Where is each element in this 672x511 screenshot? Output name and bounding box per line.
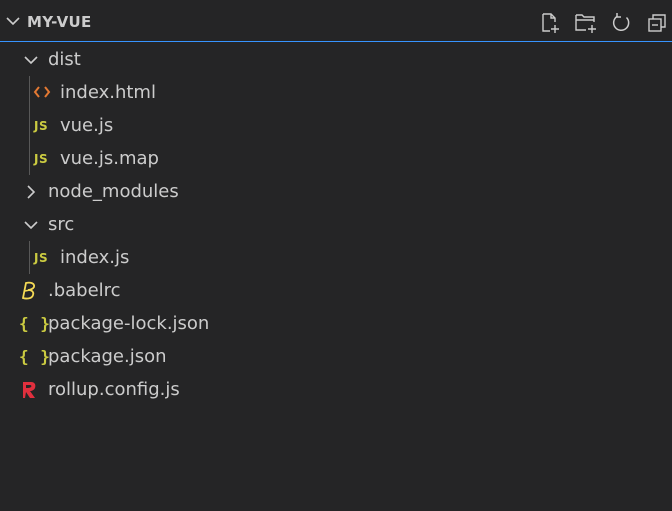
tree-item-src[interactable]: src [0,208,672,241]
html-icon [33,84,51,100]
chevron-down-icon[interactable] [4,12,22,30]
tree-item-package-lock-json[interactable]: { } package-lock.json [0,307,672,340]
javascript-icon: JS [34,152,49,166]
tree-item-dist[interactable]: dist [0,43,672,76]
tree-item-label: vue.js [60,115,114,136]
chevron-down-icon [22,216,40,234]
tree-item-rollup-config-js[interactable]: rollup.config.js [0,373,672,406]
tree-item-package-json[interactable]: { } package.json [0,340,672,373]
javascript-icon: JS [34,251,49,265]
rollup-icon [21,381,37,399]
tree-item-vue-js[interactable]: JS vue.js [0,109,672,142]
explorer-header[interactable]: MY-VUE [0,0,672,42]
javascript-icon: JS [34,119,49,133]
tree-item-label: dist [48,49,81,70]
babel-icon [21,281,39,301]
chevron-right-icon [22,183,40,201]
new-file-icon[interactable] [537,10,563,36]
new-folder-icon[interactable] [573,10,599,36]
tree-item-label: vue.js.map [60,148,159,169]
tree-item-label: index.html [60,82,156,103]
tree-item-babelrc[interactable]: .babelrc [0,274,672,307]
explorer-panel: MY-VUE dist index.html JS vue.js JS vue.… [0,0,672,511]
json-icon: { } [19,314,51,333]
workspace-title: MY-VUE [27,13,92,31]
tree-item-vue-js-map[interactable]: JS vue.js.map [0,142,672,175]
tree-item-label: package-lock.json [48,313,210,334]
tree-item-label: package.json [48,346,167,367]
tree-item-index-html[interactable]: index.html [0,76,672,109]
tree-item-label: index.js [60,247,130,268]
tree-item-label: node_modules [48,181,179,202]
tree-item-label: .babelrc [48,280,121,301]
chevron-down-icon [22,51,40,69]
tree-item-node-modules[interactable]: node_modules [0,175,672,208]
json-icon: { } [19,347,51,366]
refresh-icon[interactable] [609,10,635,36]
tree-item-label: src [48,214,75,235]
tree-item-label: rollup.config.js [48,379,180,400]
collapse-all-icon[interactable] [644,10,670,36]
tree-item-index-js[interactable]: JS index.js [0,241,672,274]
